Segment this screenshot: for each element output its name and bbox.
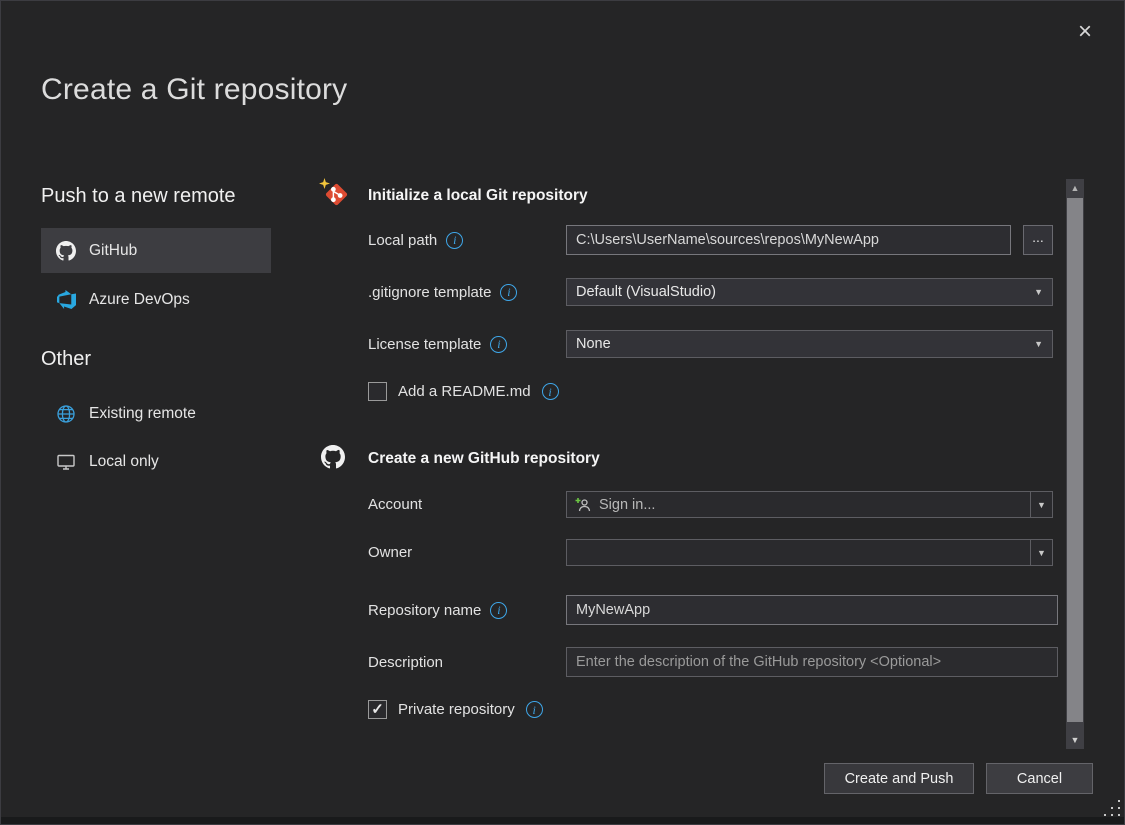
init-section-heading: Initialize a local Git repository: [368, 187, 588, 205]
sparkle-icon: [319, 176, 330, 194]
scrollbar[interactable]: ▲ ▼: [1066, 179, 1084, 749]
info-icon[interactable]: i: [526, 701, 543, 718]
readme-checkbox[interactable]: [368, 382, 387, 401]
private-repository-checkbox[interactable]: ✓: [368, 700, 387, 719]
sidebar-item-label: Local only: [89, 453, 159, 471]
gitignore-template-value: Default (VisualStudio): [576, 284, 716, 300]
window-bottom-edge: [1, 817, 1124, 824]
owner-label: Owner: [368, 544, 412, 561]
browse-button[interactable]: ...: [1023, 225, 1053, 255]
info-icon[interactable]: i: [542, 383, 559, 400]
close-button[interactable]: ×: [1068, 15, 1102, 49]
license-template-dropdown[interactable]: None ▼: [566, 330, 1053, 358]
resize-grip[interactable]: [1098, 796, 1120, 816]
account-value: Sign in...: [599, 497, 655, 513]
create-and-push-button[interactable]: Create and Push: [824, 763, 974, 794]
azure-devops-icon: [56, 290, 76, 310]
computer-icon: [56, 452, 76, 472]
sidebar-item-github[interactable]: GitHub: [41, 228, 271, 273]
local-path-label: Local path: [368, 232, 437, 249]
gitignore-template-label: .gitignore template: [368, 284, 491, 301]
git-init-icon: [323, 181, 351, 209]
sidebar-item-existing-remote[interactable]: Existing remote: [41, 392, 271, 436]
info-icon[interactable]: i: [500, 284, 517, 301]
info-icon[interactable]: i: [490, 602, 507, 619]
account-label: Account: [368, 496, 422, 513]
sidebar-item-local-only[interactable]: Local only: [41, 440, 271, 484]
chevron-down-icon: ▼: [1034, 287, 1043, 297]
sidebar-item-azure-devops[interactable]: Azure DevOps: [41, 277, 271, 322]
github-section-heading: Create a new GitHub repository: [368, 450, 600, 468]
cancel-button[interactable]: Cancel: [986, 763, 1093, 794]
scroll-down-icon[interactable]: ▼: [1066, 731, 1084, 749]
sign-in-icon: [575, 497, 591, 513]
license-template-value: None: [576, 336, 611, 352]
chevron-down-icon: ▼: [1030, 492, 1052, 517]
info-icon[interactable]: i: [446, 232, 463, 249]
repository-name-label: Repository name: [368, 602, 481, 619]
local-path-input[interactable]: [566, 225, 1011, 255]
sidebar-item-label: GitHub: [89, 242, 137, 260]
repository-name-input[interactable]: [566, 595, 1058, 625]
scrollbar-thumb[interactable]: [1067, 198, 1083, 722]
other-heading: Other: [41, 348, 91, 371]
description-input[interactable]: [566, 647, 1058, 677]
readme-label: Add a README.md: [398, 383, 531, 400]
check-icon: ✓: [371, 702, 384, 717]
close-icon: ×: [1078, 18, 1092, 46]
private-repository-label: Private repository: [398, 701, 515, 718]
gitignore-template-dropdown[interactable]: Default (VisualStudio) ▼: [566, 278, 1053, 306]
scroll-up-icon[interactable]: ▲: [1066, 179, 1084, 197]
github-icon: [56, 241, 76, 261]
sidebar-item-label: Existing remote: [89, 405, 196, 423]
chevron-down-icon: ▼: [1034, 339, 1043, 349]
chevron-down-icon: ▼: [1030, 540, 1052, 565]
globe-icon: [56, 404, 76, 424]
owner-combo[interactable]: ▼: [566, 539, 1053, 566]
sidebar-item-label: Azure DevOps: [89, 291, 190, 309]
dialog-title: Create a Git repository: [41, 73, 347, 107]
create-git-repository-dialog: × Create a Git repository Push to a new …: [0, 0, 1125, 825]
push-remote-heading: Push to a new remote: [41, 185, 236, 208]
license-template-label: License template: [368, 336, 481, 353]
github-icon: [321, 445, 349, 473]
info-icon[interactable]: i: [490, 336, 507, 353]
description-label: Description: [368, 654, 443, 671]
account-combo[interactable]: Sign in... ▼: [566, 491, 1053, 518]
